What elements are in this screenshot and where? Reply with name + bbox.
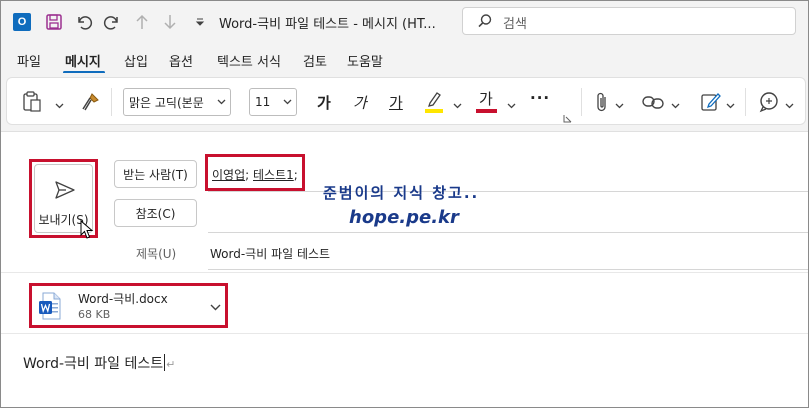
menu-bar: 파일 메시지 삽입 옵션 텍스트 서식 검토 도움말 — [1, 43, 808, 73]
outlook-app-icon: O — [11, 11, 33, 33]
font-size-chevron-icon — [283, 95, 292, 112]
font-name-value: 맑은 고딕(본문 — [129, 95, 204, 110]
tab-file[interactable]: 파일 — [17, 51, 41, 70]
italic-button[interactable]: 가 — [353, 92, 367, 113]
font-name-select[interactable]: 맑은 고딕(본문 — [123, 88, 231, 116]
ribbon-separator — [581, 88, 582, 116]
underline-button[interactable]: 가 — [389, 92, 403, 113]
text-caret — [164, 354, 166, 371]
attachment-chevron-icon[interactable] — [210, 300, 221, 314]
link-chevron-icon[interactable] — [671, 98, 680, 112]
cc-field-divider — [208, 232, 808, 233]
recipient-chip[interactable]: 테스트1 — [253, 168, 294, 182]
search-placeholder: 검색 — [503, 17, 527, 32]
customize-toolbar-icon[interactable] — [189, 11, 211, 33]
dictate-icon[interactable] — [757, 90, 781, 114]
body-text: Word-극비 파일 테스트 — [23, 356, 164, 372]
tab-format-text[interactable]: 텍스트 서식 — [217, 51, 281, 70]
more-options-icon[interactable]: ··· — [530, 89, 550, 107]
cc-button[interactable]: 참조(C) — [114, 199, 197, 227]
ribbon: 맑은 고딕(본문 11 가 가 가 가 ··· — [6, 77, 806, 125]
tab-help[interactable]: 도움말 — [347, 51, 383, 70]
attachment-highlight: Word-극비.docx 68 KB — [29, 283, 228, 328]
tab-insert[interactable]: 삽입 — [124, 51, 148, 70]
attachment-divider — [1, 272, 808, 273]
search-input[interactable]: 검색 — [462, 7, 796, 35]
to-button[interactable]: 받는 사람(T) — [114, 160, 197, 188]
mouse-pointer-icon — [80, 219, 94, 240]
tab-options[interactable]: 옵션 — [169, 51, 193, 70]
attachment-name: Word-극비.docx — [78, 292, 168, 306]
highlight-chevron-icon[interactable] — [453, 98, 462, 112]
compose-pane: 보내기(S) 받는 사람(T) 참조(C) 제목(U) 이영업; 테스트1; W… — [1, 131, 808, 407]
paste-chevron-icon[interactable] — [55, 98, 64, 112]
paragraph-mark: ↵ — [166, 358, 176, 371]
subject-label: 제목(U) — [136, 247, 177, 261]
undo-icon[interactable] — [73, 11, 95, 33]
link-icon[interactable] — [641, 92, 665, 112]
to-field-divider — [208, 191, 808, 192]
dictate-chevron-icon[interactable] — [785, 98, 794, 112]
save-icon[interactable] — [43, 11, 65, 33]
arrow-up-icon[interactable] — [131, 11, 153, 33]
bold-button[interactable]: 가 — [317, 92, 331, 113]
search-icon — [477, 13, 493, 29]
ribbon-separator — [745, 88, 746, 116]
body-divider — [1, 333, 808, 334]
font-color-button[interactable]: 가 — [479, 88, 493, 109]
ribbon-separator — [111, 88, 112, 116]
message-body[interactable]: Word-극비 파일 테스트 ↵ — [23, 353, 175, 373]
recipient-separator: ; — [245, 168, 250, 182]
paste-icon[interactable] — [21, 90, 43, 114]
attachment-size: 68 KB — [78, 308, 111, 321]
font-color-chevron-icon[interactable] — [507, 98, 516, 112]
attach-chevron-icon[interactable] — [615, 98, 624, 112]
watermark-text: 준범이의 지식 창고.. — [323, 184, 480, 202]
signature-icon[interactable] — [699, 90, 723, 114]
recipient-separator: ; — [293, 168, 298, 182]
attachment-card[interactable]: Word-극비.docx 68 KB — [33, 287, 224, 324]
highlight-icon[interactable] — [423, 88, 445, 116]
font-color-swatch — [476, 109, 497, 113]
subject-input[interactable]: Word-극비 파일 테스트 — [210, 245, 330, 262]
subject-divider — [208, 269, 808, 270]
dialog-launcher-icon[interactable] — [563, 112, 572, 126]
format-painter-icon[interactable] — [79, 91, 101, 113]
font-name-chevron-icon — [217, 95, 226, 112]
recipient-chip[interactable]: 이영업 — [212, 168, 245, 182]
ribbon-area: 맑은 고딕(본문 11 가 가 가 가 ··· — [1, 73, 808, 131]
watermark-url: hope.pe.kr — [349, 207, 459, 228]
to-field[interactable]: 이영업; 테스트1; — [205, 154, 305, 191]
font-size-value: 11 — [255, 95, 271, 109]
font-size-select[interactable]: 11 — [249, 88, 297, 116]
recipient-list: 이영업; 테스트1; — [212, 166, 298, 183]
attach-file-icon[interactable] — [593, 90, 611, 114]
send-icon — [54, 179, 76, 201]
word-file-icon — [39, 292, 61, 320]
signature-chevron-icon[interactable] — [726, 98, 735, 112]
redo-icon[interactable] — [101, 11, 123, 33]
tab-review[interactable]: 검토 — [303, 51, 327, 70]
title-bar: O Word-극비 파일 테스트 - 메시지 (HT... 검색 — [1, 1, 808, 43]
arrow-down-icon[interactable] — [159, 11, 181, 33]
outlook-compose-window: O Word-극비 파일 테스트 - 메시지 (HT... 검색 파일 메시지 … — [0, 0, 809, 408]
window-title: Word-극비 파일 테스트 - 메시지 (HT... — [219, 17, 436, 32]
tab-message[interactable]: 메시지 — [65, 51, 101, 70]
